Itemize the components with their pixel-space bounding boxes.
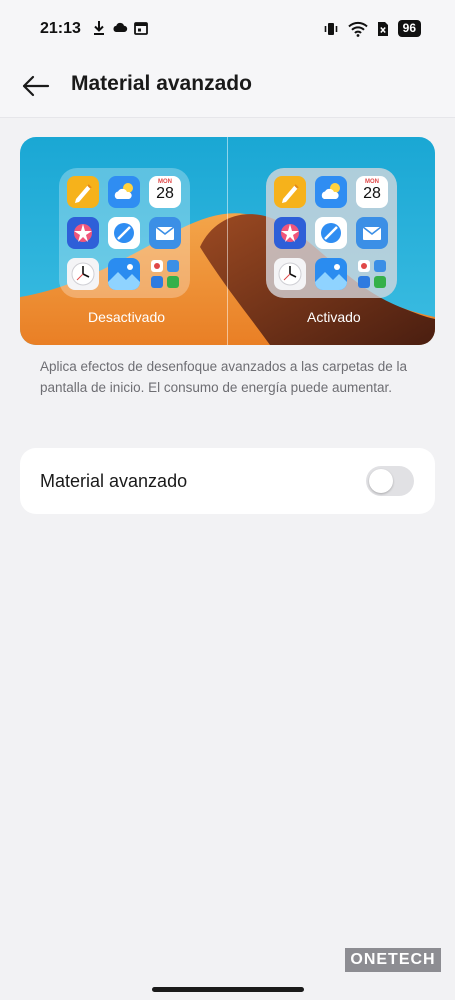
page-title: Material avanzado [71,72,252,95]
notes-app-icon [274,176,306,208]
notes-app-icon [67,176,99,208]
gallery-app-icon [315,258,347,290]
mail-app-icon [356,217,388,249]
clock-app-icon [67,258,99,290]
calendar-day: 28 [363,185,381,202]
folder-preview-on: MON 28 [266,168,397,298]
watermark-logo: ONETECH [345,948,441,972]
weather-app-icon [315,176,347,208]
label-activated: Activado [307,309,361,325]
setting-card: Material avanzado [20,448,435,514]
toggle-knob [369,469,393,493]
photos-app-icon [274,217,306,249]
folder-preview-off: MON 28 [59,168,190,298]
status-left-icons [92,20,148,36]
calendar-icon [134,22,148,35]
preview-divider [227,137,228,345]
gallery-app-icon [108,258,140,290]
back-button[interactable] [20,70,52,102]
arrow-left-icon [22,75,50,97]
calendar-app-icon: MON 28 [149,176,181,208]
gesture-nav-handle[interactable] [152,987,304,992]
app-header: Material avanzado [0,56,455,118]
feature-description: Aplica efectos de desenfoque avanzados a… [40,359,407,395]
mail-app-icon [149,217,181,249]
wifi-icon [347,21,368,37]
clock-app-icon [274,258,306,290]
status-time: 21:13 [40,20,81,37]
battery-icon: 96 [397,20,421,37]
setting-label: Material avanzado [40,471,188,491]
cloud-icon [113,22,128,32]
more-apps-icon [356,258,388,290]
calendar-app-icon: MON 28 [356,176,388,208]
status-bar: 21:13 96 [0,0,455,56]
weather-app-icon [108,176,140,208]
advanced-material-toggle[interactable] [366,466,414,496]
download-icon [94,21,104,35]
preview-image: MON 28 MON 28 Desactivado Activado [20,137,435,345]
calendar-day: 28 [156,185,174,202]
label-deactivated: Desactivado [88,309,166,325]
no-sim-icon [377,21,388,36]
photos-app-icon [67,217,99,249]
more-apps-icon [149,258,181,290]
browser-app-icon [315,217,347,249]
vibrate-icon [324,22,337,35]
browser-app-icon [108,217,140,249]
status-right-icons: 96 [323,20,421,37]
